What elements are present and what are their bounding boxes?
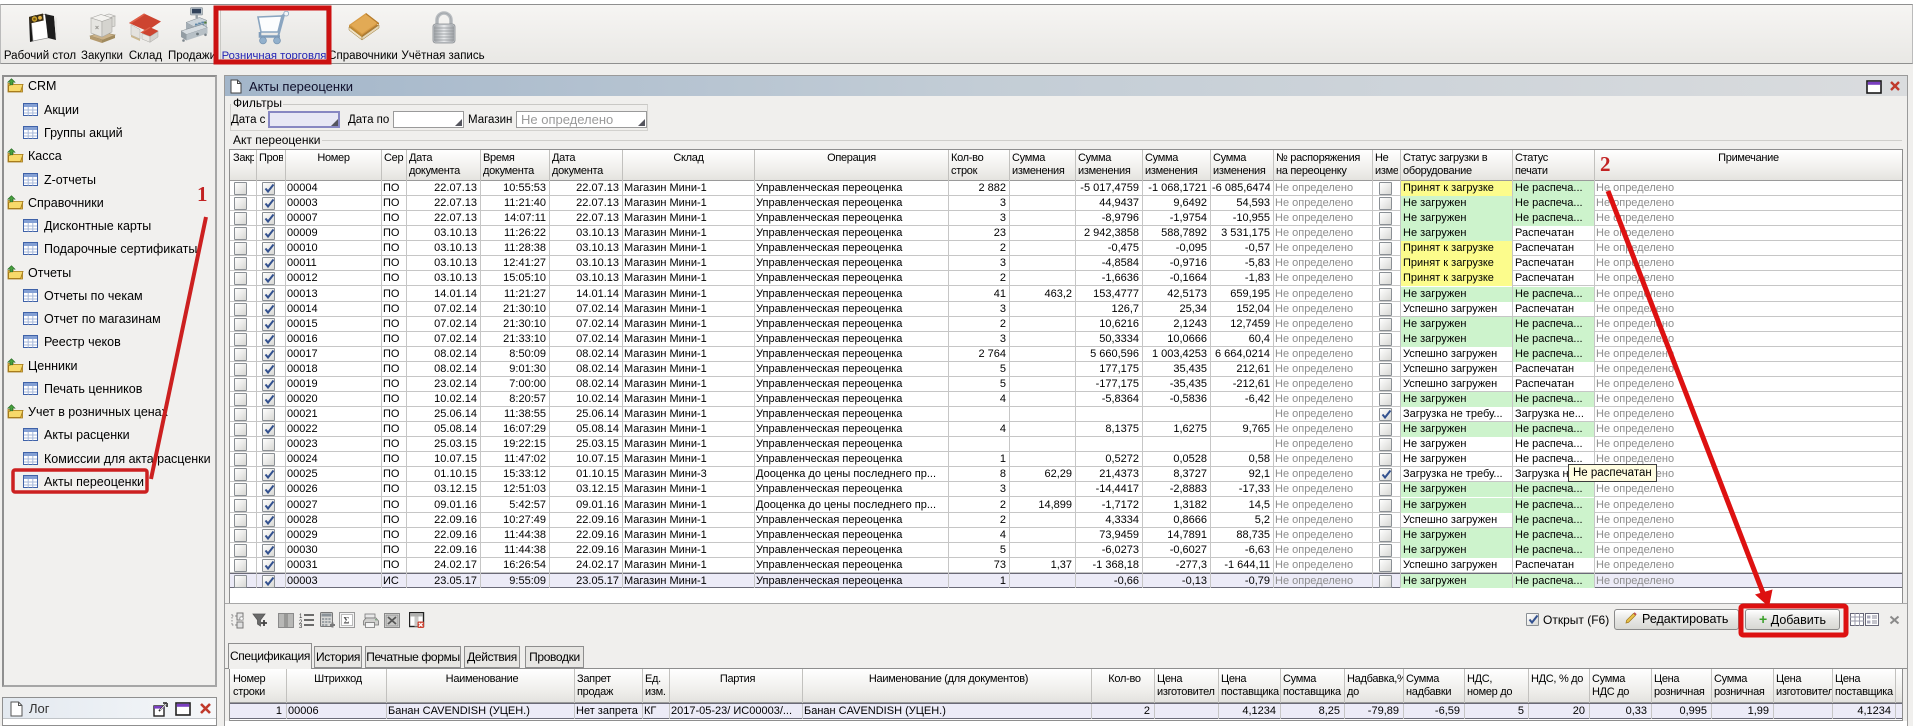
svg-text:1: 1 (197, 182, 208, 206)
svg-text:2: 2 (1600, 152, 1611, 176)
